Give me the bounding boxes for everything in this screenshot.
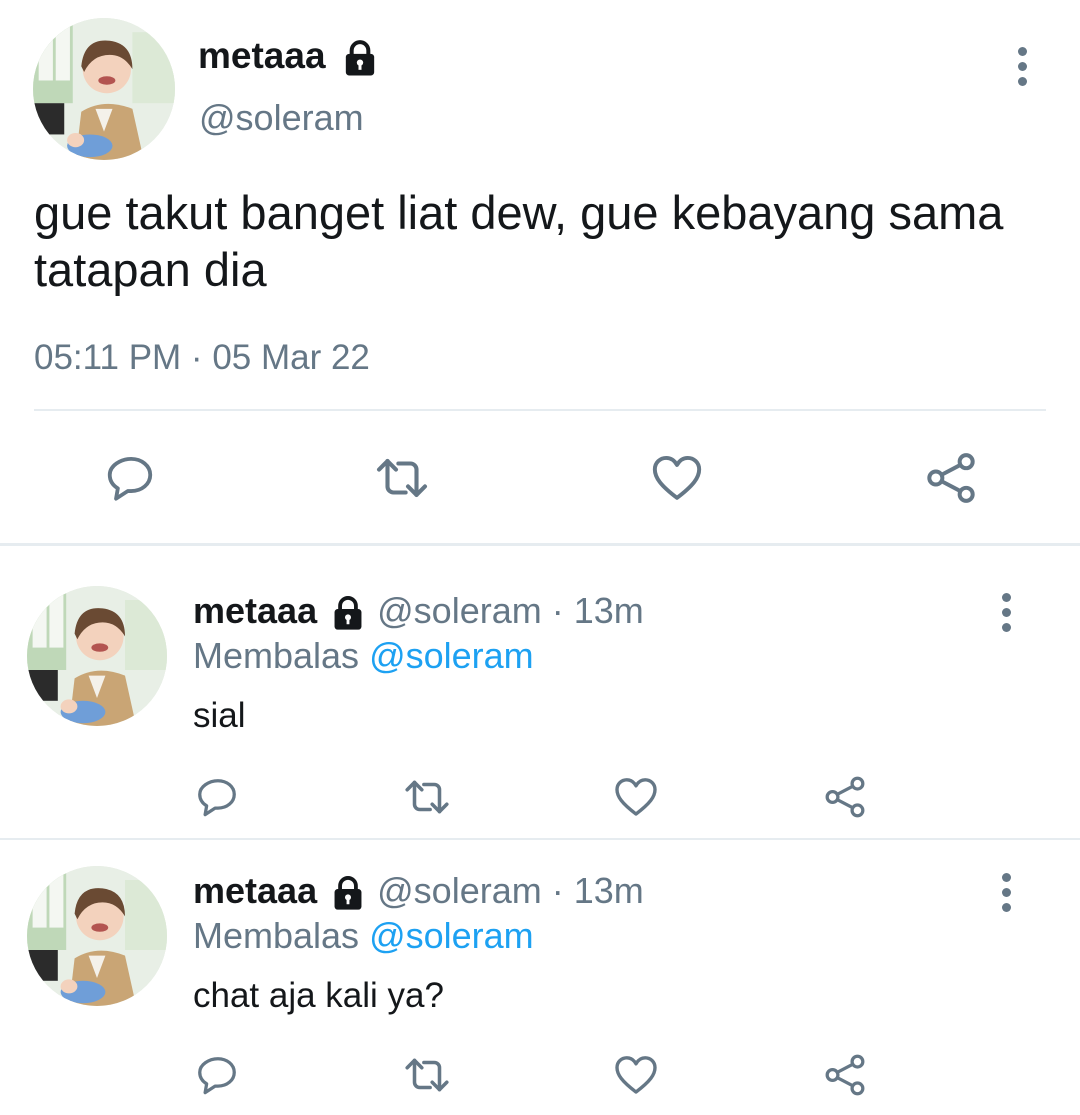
replying-prefix: Membalas [193, 915, 370, 956]
more-vertical-icon[interactable] [1000, 593, 1012, 638]
reply-header: metaaa @soleram · 13m [193, 589, 644, 633]
reply-header: metaaa @soleram · 13m [193, 869, 644, 913]
retweet-icon [402, 1050, 452, 1100]
author-handle[interactable]: @soleram [199, 96, 364, 140]
lock-icon [329, 874, 367, 912]
author-name-text: metaaa [198, 35, 326, 76]
reply-icon [194, 774, 240, 820]
share-icon [822, 1052, 868, 1098]
author-handle[interactable]: @soleram [377, 870, 542, 911]
heart-icon [612, 773, 660, 821]
tweet-timestamp: 05:11 PM · 05 Mar 22 [34, 338, 370, 377]
lock-icon [340, 38, 380, 78]
replying-to: Membalas @soleram [193, 634, 534, 678]
share-button[interactable] [820, 1050, 870, 1100]
reply-time: 13m [573, 870, 644, 911]
reply-button[interactable] [100, 448, 160, 508]
mention-link[interactable]: @soleram [369, 915, 534, 956]
replying-prefix: Membalas [193, 635, 370, 676]
like-button[interactable] [611, 1050, 661, 1100]
retweet-button[interactable] [402, 772, 452, 822]
retweet-button[interactable] [402, 1050, 452, 1100]
tweet-text: gue takut banget liat dew, gue kebayang … [34, 186, 1004, 296]
author-name[interactable]: metaaa [198, 34, 380, 78]
share-icon [822, 774, 868, 820]
reply-text: sial [193, 696, 246, 735]
reply-icon [194, 1052, 240, 1098]
share-icon [923, 450, 979, 506]
share-button[interactable] [921, 448, 981, 508]
reply-button[interactable] [192, 772, 242, 822]
mention-link[interactable]: @soleram [369, 635, 534, 676]
author-name[interactable]: metaaa [193, 590, 317, 631]
separator: · [541, 590, 574, 631]
more-vertical-icon[interactable] [1016, 47, 1028, 92]
avatar[interactable] [27, 586, 167, 726]
lock-icon [329, 594, 367, 632]
retweet-button[interactable] [372, 448, 432, 508]
retweet-icon [402, 772, 452, 822]
divider [34, 409, 1046, 411]
heart-icon [612, 1051, 660, 1099]
reply-time: 13m [573, 590, 644, 631]
more-vertical-icon[interactable] [1000, 873, 1012, 918]
avatar[interactable] [33, 18, 175, 160]
author-handle[interactable]: @soleram [377, 590, 542, 631]
like-button[interactable] [647, 448, 707, 508]
reply-text: chat aja kali ya? [193, 976, 444, 1015]
separator: · [541, 870, 574, 911]
retweet-icon [373, 449, 431, 507]
heart-icon [649, 450, 705, 506]
replying-to: Membalas @soleram [193, 914, 534, 958]
reply-button[interactable] [192, 1050, 242, 1100]
reply-icon [103, 451, 157, 505]
share-button[interactable] [820, 772, 870, 822]
avatar[interactable] [27, 866, 167, 1006]
author-name[interactable]: metaaa [193, 870, 317, 911]
like-button[interactable] [611, 772, 661, 822]
